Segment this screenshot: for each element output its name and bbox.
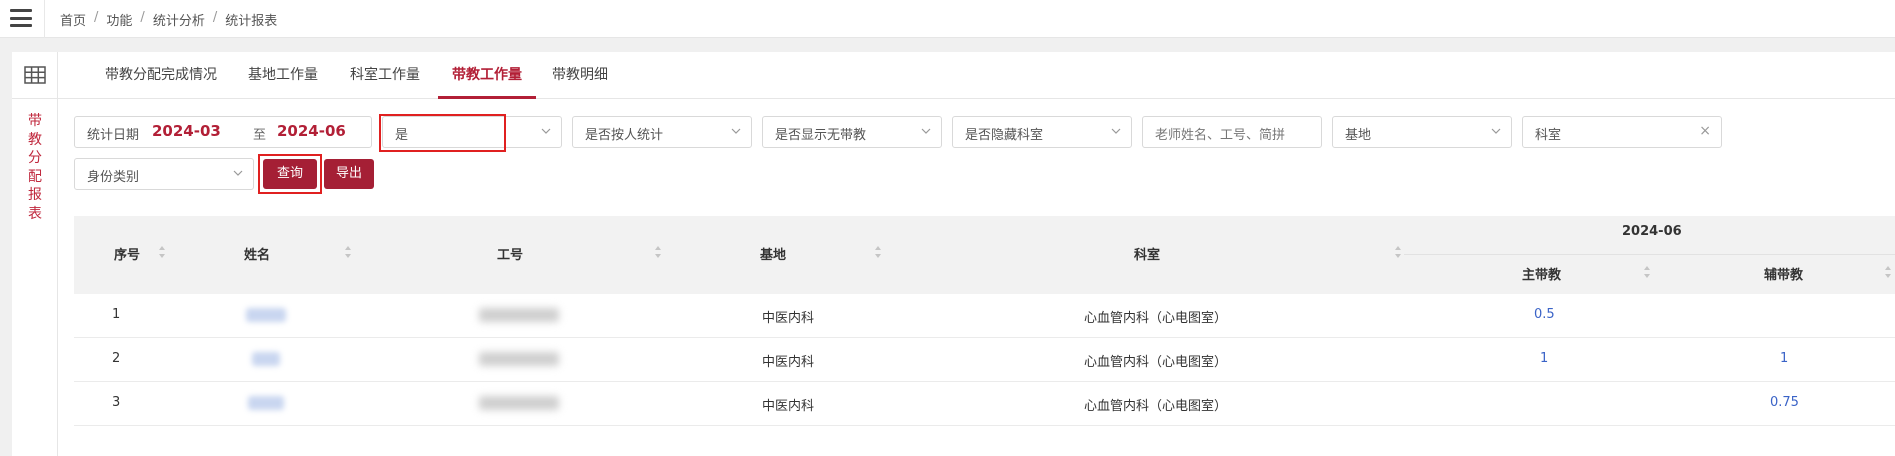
cell-seq: 1 xyxy=(112,307,121,322)
top-bar: 首页 / 功能 / 统计分析 / 统计报表 xyxy=(0,0,1895,38)
by-person-select-value: 是否按人统计 xyxy=(585,128,664,143)
highlight-box xyxy=(258,154,322,194)
breadcrumb-function[interactable]: 功能 xyxy=(106,10,132,29)
header-assist-teacher: 辅带教 xyxy=(1764,268,1804,283)
cell-main-teacher[interactable]: 0.5 xyxy=(1534,307,1555,322)
breadcrumb-statistics[interactable]: 统计分析 xyxy=(153,10,205,29)
report-nav-char: 表 xyxy=(28,205,42,222)
by-person-select[interactable]: 是否按人统计 xyxy=(572,116,752,148)
date-end[interactable]: 2024-06 xyxy=(277,122,346,140)
report-nav-char: 带 xyxy=(28,113,42,129)
cell-main-teacher[interactable]: 1 xyxy=(1540,351,1548,366)
tab-assignment-completion[interactable]: 带教分配完成情况 xyxy=(91,52,231,99)
sort-icon[interactable] xyxy=(654,245,662,259)
hamburger-menu-icon[interactable] xyxy=(10,9,32,27)
identity-select[interactable]: 身份类别 xyxy=(74,158,254,190)
report-nav-char: 教 xyxy=(28,131,42,148)
tab-base-workload[interactable]: 基地工作量 xyxy=(234,52,332,99)
redacted-name xyxy=(246,308,286,322)
cell-dept: 心血管内科（心电图室） xyxy=(1084,355,1228,370)
chevron-down-icon xyxy=(233,170,243,176)
table-row: 3 中医内科 心血管内科（心电图室） 0.75 xyxy=(74,382,1895,426)
redacted-name xyxy=(252,352,280,366)
cell-assist-teacher[interactable]: 0.75 xyxy=(1770,395,1799,410)
clear-icon[interactable]: × xyxy=(1699,123,1711,139)
cell-base: 中医内科 xyxy=(762,311,815,326)
header-base: 基地 xyxy=(760,248,787,263)
sort-icon[interactable] xyxy=(874,245,882,259)
cell-base: 中医内科 xyxy=(762,355,815,370)
tab-teaching-detail[interactable]: 带教明细 xyxy=(538,52,622,99)
date-start[interactable]: 2024-03 xyxy=(152,122,221,140)
show-no-teaching-select-value: 是否显示无带教 xyxy=(775,128,867,143)
tab-teaching-workload[interactable]: 带教工作量 xyxy=(438,52,536,99)
chevron-down-icon xyxy=(1491,128,1501,134)
cell-dept: 心血管内科（心电图室） xyxy=(1084,399,1228,414)
cell-seq: 3 xyxy=(112,395,121,410)
header-name: 姓名 xyxy=(244,248,271,263)
hide-dept-select[interactable]: 是否隐藏科室 xyxy=(952,116,1132,148)
breadcrumb-separator: / xyxy=(212,10,218,25)
table-header: 序号 姓名 工号 基地 科室 2024-06 主带教 辅带教 xyxy=(74,216,1895,294)
divider xyxy=(44,0,45,38)
breadcrumb-report[interactable]: 统计报表 xyxy=(225,10,277,29)
header-month: 2024-06 xyxy=(1622,224,1682,239)
sort-icon[interactable] xyxy=(1884,265,1892,279)
identity-select-value: 身份类别 xyxy=(87,170,140,185)
chevron-down-icon xyxy=(541,128,551,134)
chevron-down-icon xyxy=(921,128,931,134)
highlight-box xyxy=(379,114,506,152)
divider xyxy=(1404,254,1895,255)
chevron-down-icon xyxy=(1111,128,1121,134)
breadcrumb-separator: / xyxy=(94,10,99,25)
report-nav-char: 报 xyxy=(28,187,42,203)
tab-dept-workload[interactable]: 科室工作量 xyxy=(336,52,434,99)
breadcrumb: 首页 / 功能 / 统计分析 / 统计报表 xyxy=(60,10,277,29)
dept-select[interactable]: 科室 × xyxy=(1522,116,1722,148)
cell-assist-teacher[interactable]: 1 xyxy=(1780,351,1788,366)
table-grid-icon[interactable] xyxy=(24,66,46,84)
report-nav-char: 分 xyxy=(28,150,42,166)
tab-bar: 带教分配完成情况 基地工作量 科室工作量 带教工作量 带教明细 xyxy=(58,52,1895,99)
date-range-field[interactable]: 统计日期 2024-03 至 2024-06 xyxy=(74,116,372,148)
cell-dept: 心血管内科（心电图室） xyxy=(1084,311,1228,326)
date-to-label: 至 xyxy=(253,128,267,143)
redacted-id xyxy=(479,352,559,366)
export-button[interactable]: 导出 xyxy=(324,159,374,189)
show-no-teaching-select[interactable]: 是否显示无带教 xyxy=(762,116,942,148)
main-panel: 带 教 分 配 报 表 带教分配完成情况 基地工作量 科室工作量 带教工作量 带… xyxy=(12,52,1895,456)
base-select-value: 基地 xyxy=(1345,128,1372,143)
header-seq: 序号 xyxy=(114,248,141,263)
teacher-search-input[interactable]: 老师姓名、工号、简拼 xyxy=(1142,116,1322,148)
sort-icon[interactable] xyxy=(1643,265,1651,279)
table-row: 2 中医内科 心血管内科（心电图室） 1 1 xyxy=(74,338,1895,382)
report-nav-item[interactable]: 带 教 分 配 报 表 xyxy=(26,112,44,223)
breadcrumb-separator: / xyxy=(140,10,145,25)
base-select[interactable]: 基地 xyxy=(1332,116,1512,148)
side-panel: 带 教 分 配 报 表 xyxy=(12,52,58,456)
hide-dept-select-value: 是否隐藏科室 xyxy=(965,128,1044,143)
dept-select-value: 科室 xyxy=(1535,128,1562,143)
redacted-id xyxy=(479,396,559,410)
teacher-search-placeholder: 老师姓名、工号、简拼 xyxy=(1155,128,1286,143)
cell-seq: 2 xyxy=(112,351,121,366)
chevron-down-icon xyxy=(731,128,741,134)
breadcrumb-home[interactable]: 首页 xyxy=(60,10,86,29)
sort-icon[interactable] xyxy=(1394,245,1402,259)
report-nav-char: 配 xyxy=(28,168,42,185)
date-range-label: 统计日期 xyxy=(87,128,140,143)
redacted-id xyxy=(479,308,559,322)
divider xyxy=(12,98,58,99)
redacted-name xyxy=(248,396,284,410)
header-main-teacher: 主带教 xyxy=(1522,268,1562,283)
sort-icon[interactable] xyxy=(158,245,166,259)
sort-icon[interactable] xyxy=(344,245,352,259)
cell-base: 中医内科 xyxy=(762,399,815,414)
header-id: 工号 xyxy=(497,248,524,263)
table-row: 1 中医内科 心血管内科（心电图室） 0.5 xyxy=(74,294,1895,338)
header-dept: 科室 xyxy=(1134,248,1161,263)
